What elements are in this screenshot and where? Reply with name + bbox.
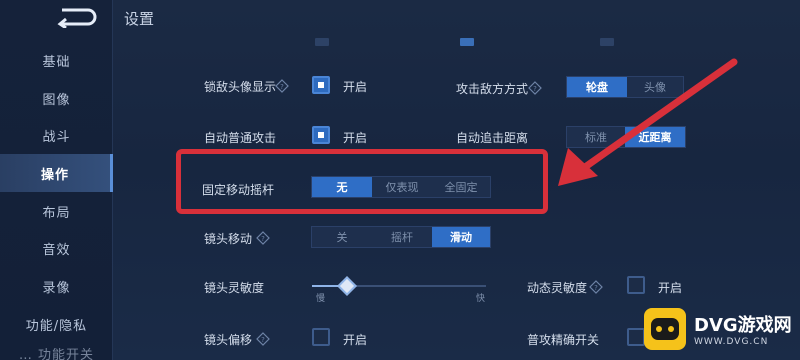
auto-chase-distance-label: 自动追击距离 <box>456 131 529 145</box>
camera-option-joystick[interactable]: 摇杆 <box>372 227 432 247</box>
precise-attack-switch-label: 普攻精确开关 <box>527 333 600 347</box>
help-icon[interactable]: ? <box>256 332 270 346</box>
annotation-highlight-box <box>176 149 548 214</box>
help-icon[interactable]: ? <box>589 280 603 294</box>
sidebar-item-privacy[interactable]: 功能/隐私 <box>0 305 113 343</box>
lock-enemy-avatar-check-label: 开启 <box>343 80 368 94</box>
sidebar-item-controls[interactable]: 操作 <box>0 154 113 192</box>
camera-sensitivity-thumb[interactable] <box>336 276 357 296</box>
slider-min-label: 慢 <box>316 294 326 304</box>
scrolled-row-hint <box>600 38 614 46</box>
help-icon[interactable]: ? <box>275 79 289 93</box>
sidebar-item-basic[interactable]: 基础 <box>0 41 113 79</box>
camera-offset-check-label: 开启 <box>343 333 368 347</box>
sidebar-item-graphics[interactable]: 图像 <box>0 79 113 117</box>
camera-sensitivity-label: 镜头灵敏度 <box>204 281 265 295</box>
camera-offset-checkbox[interactable] <box>312 328 330 346</box>
svg-text:?: ? <box>261 235 265 243</box>
dynamic-sensitivity-label: 动态灵敏度 <box>527 281 588 295</box>
scrolled-row-hint <box>315 38 329 46</box>
auto-normal-attack-label: 自动普通攻击 <box>204 131 277 145</box>
sidebar-item-replay[interactable]: 录像 <box>0 267 113 305</box>
help-icon[interactable]: ? <box>528 81 542 95</box>
svg-text:?: ? <box>594 284 598 292</box>
camera-offset-label: 镜头偏移 <box>204 333 253 347</box>
auto-normal-attack-check-label: 开启 <box>343 131 368 145</box>
sidebar-item-feature-switch[interactable]: … 功能开关 <box>0 343 113 360</box>
camera-option-off[interactable]: 关 <box>312 227 372 247</box>
dynamic-sensitivity-checkbox[interactable] <box>627 276 645 294</box>
dvg-logo-icon <box>644 308 686 350</box>
lock-enemy-avatar-checkbox[interactable] <box>312 76 330 94</box>
svg-text:?: ? <box>280 83 284 91</box>
auto-normal-attack-checkbox[interactable] <box>312 126 330 144</box>
svg-text:?: ? <box>533 85 537 93</box>
help-icon[interactable]: ? <box>256 231 270 245</box>
camera-move-label: 镜头移动 <box>204 232 253 246</box>
sidebar-item-sound[interactable]: 音效 <box>0 229 113 267</box>
svg-text:?: ? <box>261 336 265 344</box>
lock-enemy-avatar-label: 锁敌头像显示 <box>204 80 277 94</box>
annotation-arrow-icon <box>558 58 738 186</box>
settings-sidebar: 基础 图像 战斗 操作 布局 音效 录像 功能/隐私 … 功能开关 <box>0 0 113 360</box>
camera-option-swipe[interactable]: 滑动 <box>432 227 490 247</box>
sidebar-item-combat[interactable]: 战斗 <box>0 116 113 154</box>
page-title: 设置 <box>124 10 155 28</box>
back-arrow-icon[interactable] <box>54 6 100 28</box>
scrolled-row-hint <box>460 38 474 46</box>
dynamic-sensitivity-check-label: 开启 <box>658 281 683 295</box>
watermark: DVG游戏网 WWW.DVG.CN <box>642 302 794 356</box>
camera-move-segmented: 关 摇杆 滑动 <box>311 226 491 248</box>
attack-enemy-mode-label: 攻击敌方方式 <box>456 82 529 96</box>
slider-max-label: 快 <box>476 294 486 304</box>
sidebar-item-layout[interactable]: 布局 <box>0 192 113 230</box>
watermark-title: DVG游戏网 <box>694 315 792 336</box>
watermark-url: WWW.DVG.CN <box>694 337 769 347</box>
